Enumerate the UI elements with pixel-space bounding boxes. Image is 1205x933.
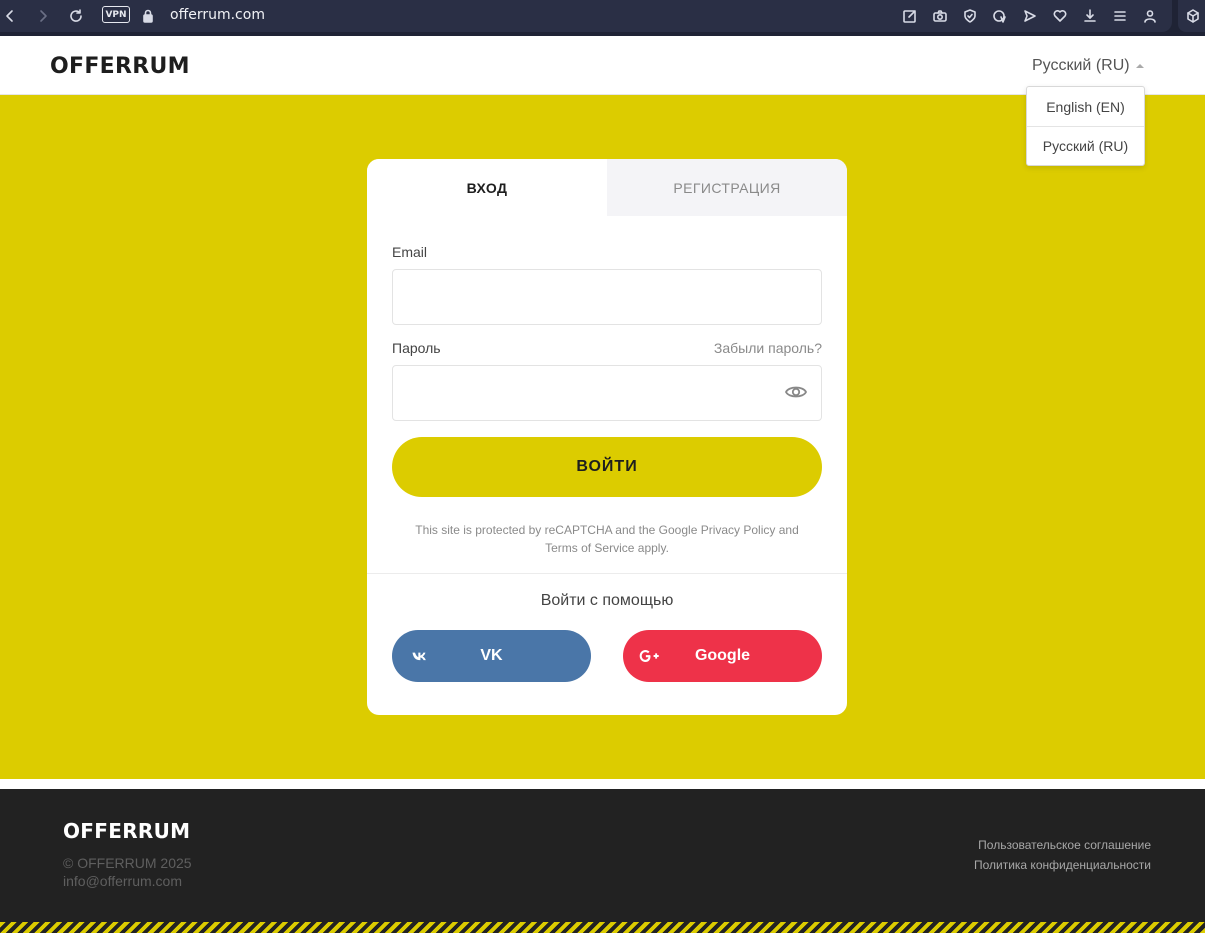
footer-copyright: © OFFERRUM 2025 xyxy=(63,855,192,871)
hazard-stripes xyxy=(0,922,1205,933)
language-option-en[interactable]: English (EN) xyxy=(1027,87,1144,126)
footer-links: Пользовательское соглашение Политика кон… xyxy=(974,835,1151,875)
download-icon[interactable] xyxy=(1080,6,1100,26)
privacy-policy-link[interactable]: Политика конфиденциальности xyxy=(974,855,1151,875)
edit-icon[interactable] xyxy=(900,6,920,26)
menu-icon[interactable] xyxy=(1110,6,1130,26)
social-login-title: Войти с помощью xyxy=(540,592,674,609)
vk-icon xyxy=(408,644,432,668)
extension-box-icon[interactable] xyxy=(1183,6,1203,26)
profile-icon[interactable] xyxy=(1140,6,1160,26)
eye-icon[interactable] xyxy=(783,379,809,405)
translate-icon[interactable] xyxy=(990,6,1010,26)
heart-icon[interactable] xyxy=(1050,6,1070,26)
site-logo[interactable]: OFFERRUM xyxy=(50,54,190,79)
divider xyxy=(367,573,847,574)
lock-icon[interactable] xyxy=(138,6,158,26)
back-icon[interactable] xyxy=(0,6,20,26)
tab-register[interactable]: РЕГИСТРАЦИЯ xyxy=(607,159,847,216)
auth-tabs: ВХОД РЕГИСТРАЦИЯ xyxy=(367,159,847,216)
footer-logo[interactable]: OFFERRUM xyxy=(63,819,190,843)
forward-icon[interactable] xyxy=(33,6,53,26)
language-option-ru[interactable]: Русский (RU) xyxy=(1027,126,1144,165)
reload-icon[interactable] xyxy=(66,6,86,26)
login-button[interactable]: ВОЙТИ xyxy=(392,437,822,497)
main-section: ВХОД РЕГИСТРАЦИЯ Email Пароль Забыли пар… xyxy=(0,95,1205,779)
email-label: Email xyxy=(392,244,428,260)
auth-card: ВХОД РЕГИСТРАЦИЯ Email Пароль Забыли пар… xyxy=(367,159,847,715)
recaptcha-notice: This site is protected by reCAPTCHA and … xyxy=(415,523,799,555)
camera-icon[interactable] xyxy=(930,6,950,26)
send-icon[interactable] xyxy=(1020,6,1040,26)
google-plus-icon xyxy=(639,644,663,668)
shield-icon[interactable] xyxy=(960,6,980,26)
caret-up-icon[interactable] xyxy=(1136,64,1144,68)
google-login-button[interactable]: Google xyxy=(623,630,822,682)
forgot-password-link[interactable]: Забыли пароль? xyxy=(714,340,822,356)
password-field[interactable] xyxy=(392,365,822,421)
language-selector[interactable]: Русский (RU) xyxy=(1032,57,1130,75)
vpn-badge[interactable]: VPN xyxy=(102,6,130,23)
footer-email[interactable]: info@offerrum.com xyxy=(63,872,192,890)
email-field[interactable] xyxy=(392,269,822,325)
site-header: OFFERRUM Русский (RU) xyxy=(0,36,1205,95)
url-text[interactable]: offerrum.com xyxy=(170,7,265,23)
user-agreement-link[interactable]: Пользовательское соглашение xyxy=(974,835,1151,855)
footer-contact: © OFFERRUM 2025 info@offerrum.com xyxy=(63,854,192,890)
language-dropdown: English (EN) Русский (RU) xyxy=(1026,86,1145,166)
site-footer: OFFERRUM © OFFERRUM 2025 info@offerrum.c… xyxy=(0,789,1205,933)
password-label: Пароль xyxy=(392,340,441,356)
vk-login-button[interactable]: VK xyxy=(392,630,591,682)
browser-toolbar: VPN offerrum.com xyxy=(0,0,1205,36)
tab-login[interactable]: ВХОД xyxy=(367,159,607,216)
